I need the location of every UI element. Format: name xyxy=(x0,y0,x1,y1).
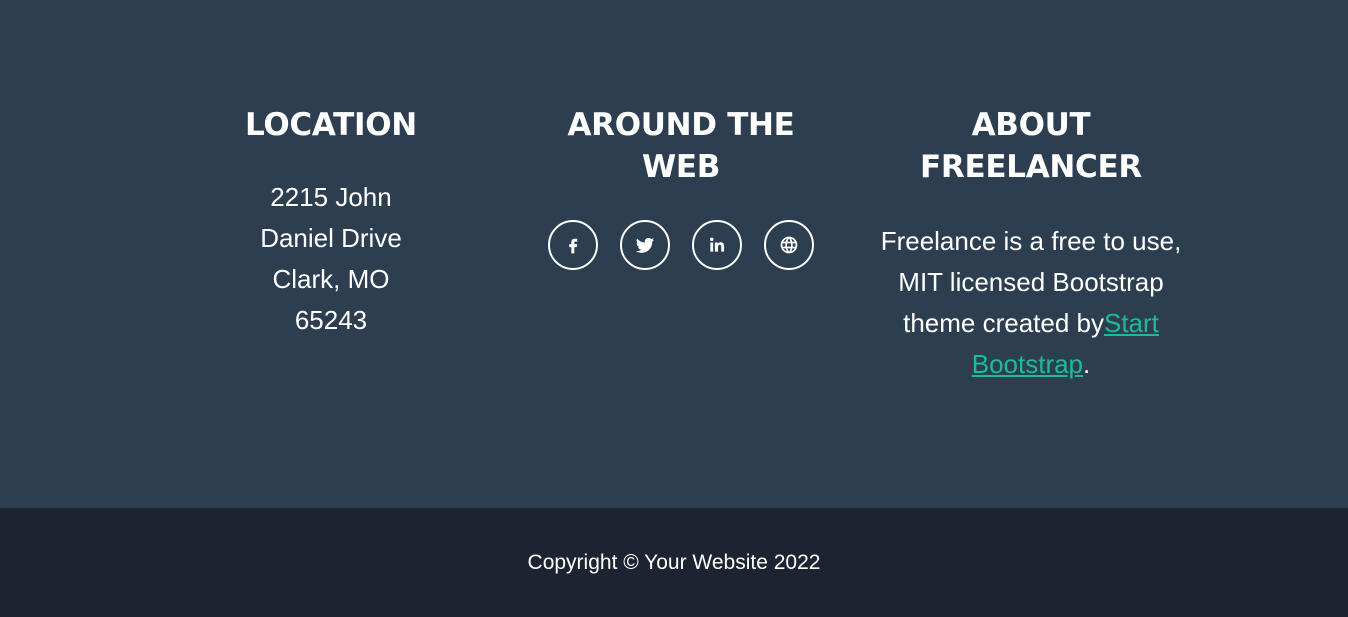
twitter-icon xyxy=(635,237,655,253)
around-the-web-column: AROUND THE WEB xyxy=(531,104,831,270)
address-line-1: 2215 John xyxy=(270,182,392,212)
address: 2215 John Daniel Drive Clark, MO 65243 xyxy=(231,177,431,341)
facebook-icon xyxy=(569,238,578,254)
about-text: Freelance is a free to use, MIT licensed… xyxy=(870,221,1192,385)
facebook-button[interactable] xyxy=(548,220,598,270)
location-heading: LOCATION xyxy=(245,107,417,143)
linkedin-icon xyxy=(710,237,725,252)
address-line-2: Daniel Drive xyxy=(260,223,402,253)
about-heading: ABOUT FREELANCER xyxy=(920,107,1142,185)
about-column: ABOUT FREELANCER Freelance is a free to … xyxy=(870,104,1192,385)
address-line-3: Clark, MO xyxy=(272,264,390,294)
twitter-button[interactable] xyxy=(620,220,670,270)
address-line-4: 65243 xyxy=(294,305,368,335)
copyright-bar: Copyright © Your Website 2022 xyxy=(0,508,1348,617)
social-links xyxy=(531,220,831,270)
location-column: LOCATION 2215 John Daniel Drive Clark, M… xyxy=(231,104,431,341)
footer: LOCATION 2215 John Daniel Drive Clark, M… xyxy=(0,0,1348,508)
website-button[interactable] xyxy=(764,220,814,270)
around-the-web-heading: AROUND THE WEB xyxy=(567,107,795,185)
copyright-text: Copyright © Your Website 2022 xyxy=(527,550,821,574)
globe-icon xyxy=(780,236,798,254)
linkedin-button[interactable] xyxy=(692,220,742,270)
about-text-end: . xyxy=(1083,349,1091,379)
